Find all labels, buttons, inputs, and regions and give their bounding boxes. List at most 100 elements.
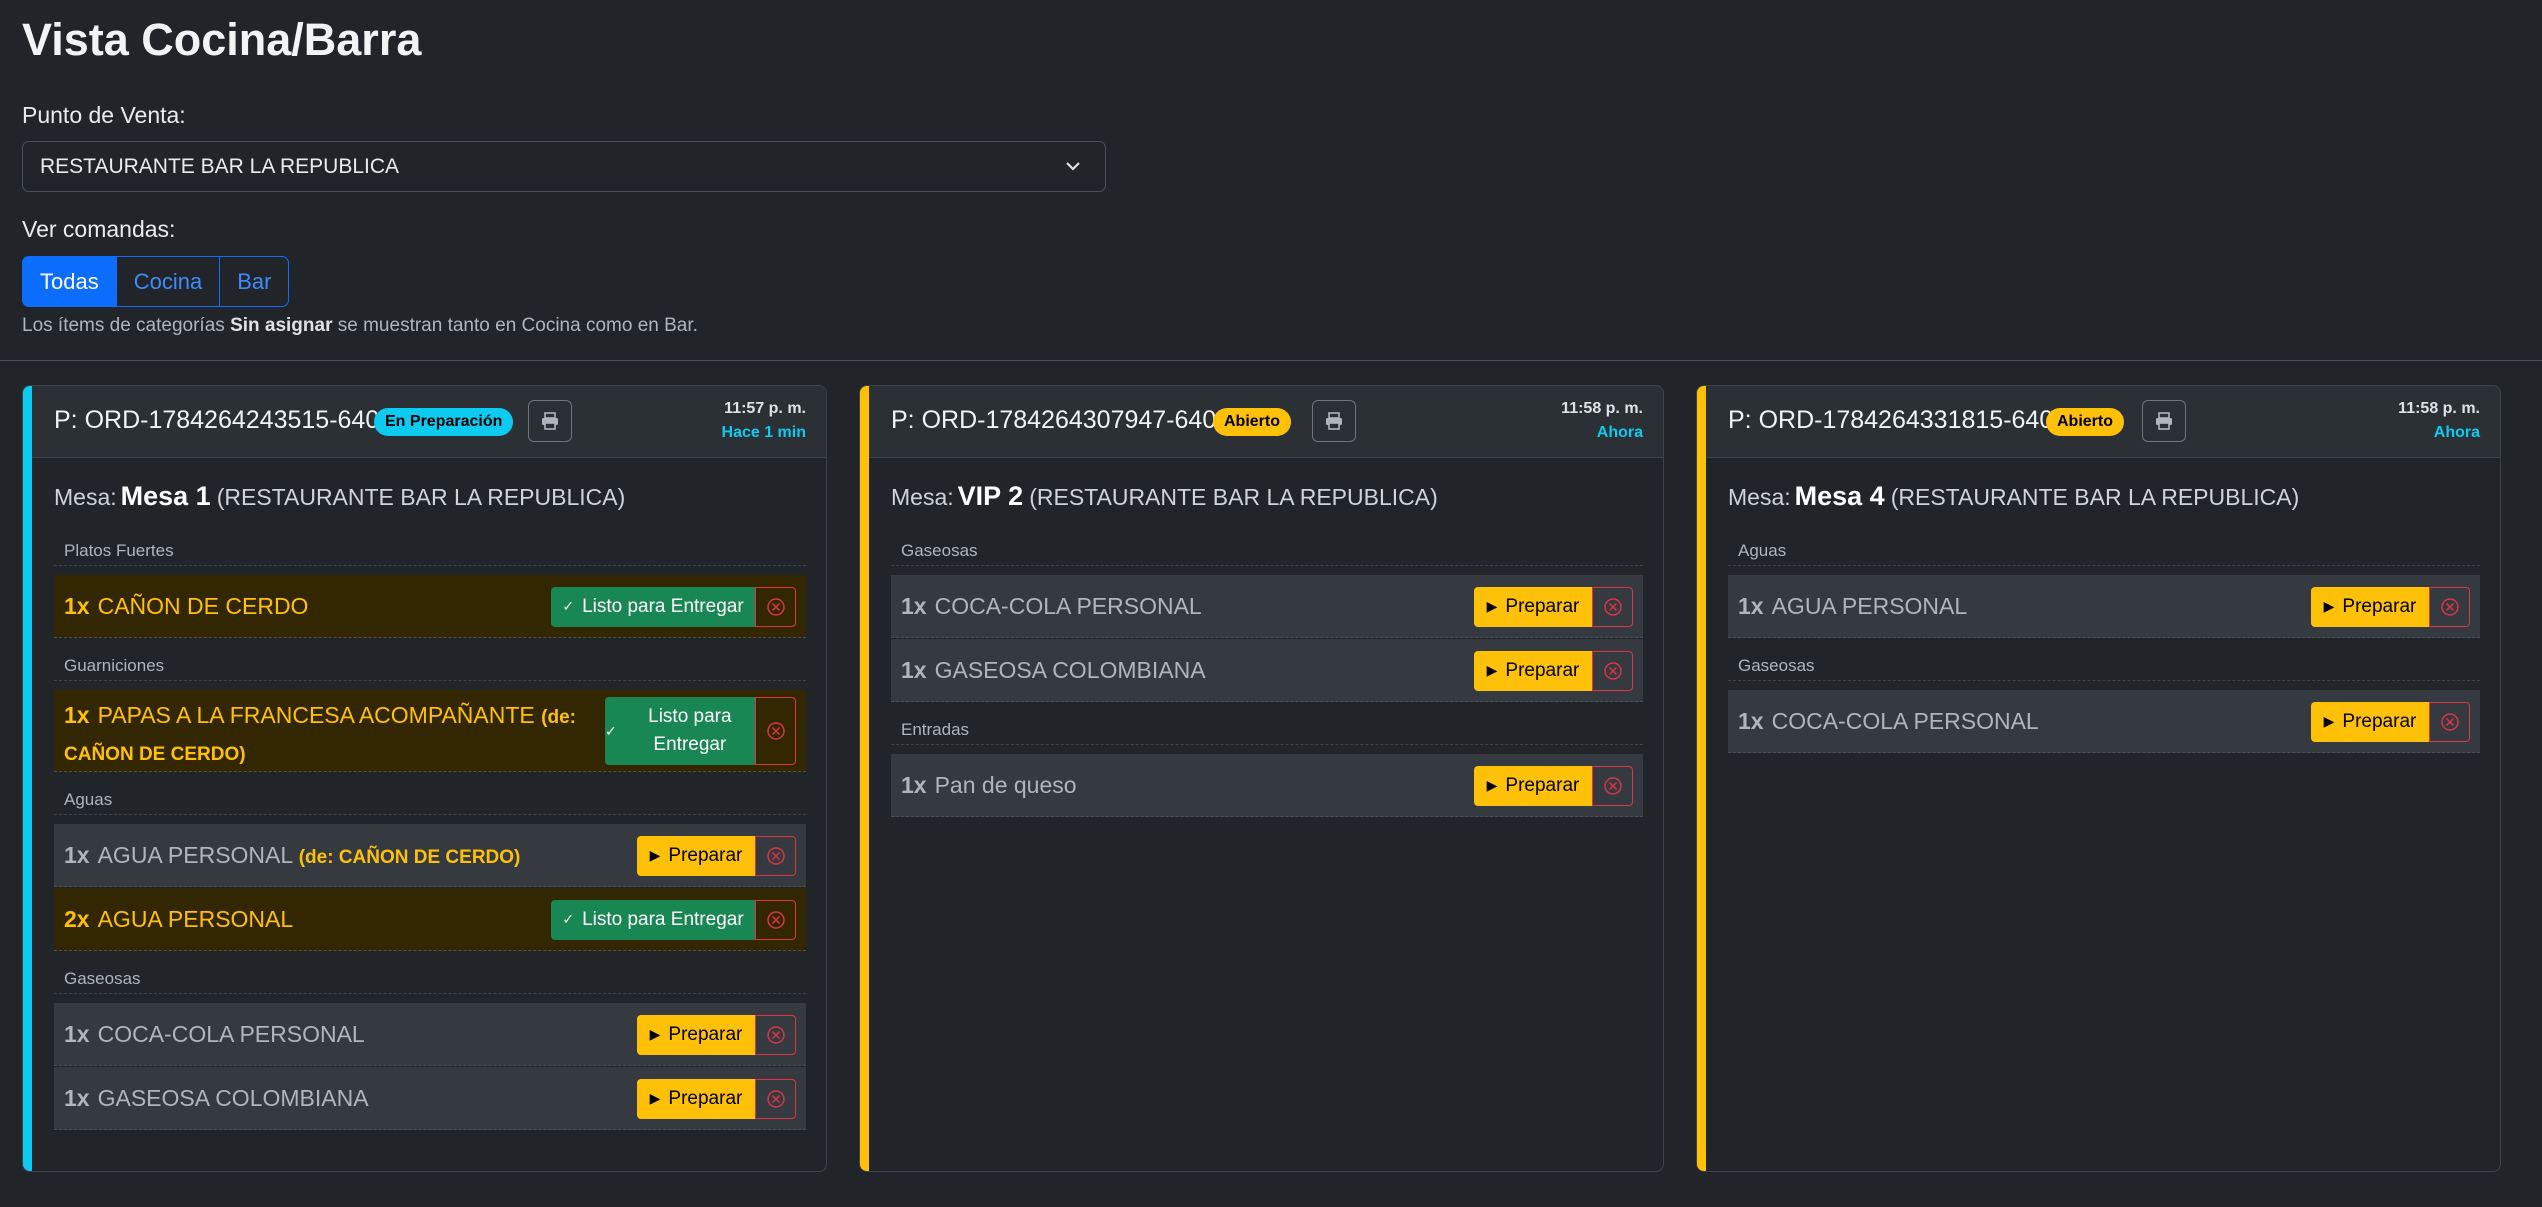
item-text: 1x GASEOSA COLOMBIANA — [901, 657, 1206, 684]
print-button[interactable] — [2142, 400, 2186, 442]
venue-name: (RESTAURANTE BAR LA REPUBLICA) — [1029, 484, 1438, 510]
table-name: Mesa 1 — [120, 481, 211, 511]
cancel-item-button[interactable] — [2429, 586, 2470, 627]
play-icon: ▶ — [649, 847, 661, 863]
order-card-header: P: ORD-1784264331815-6405 Abierto 11:58 p.… — [1706, 386, 2500, 458]
item-text: 1x PAPAS A LA FRANCESA ACOMPAÑANTE (de: C… — [64, 698, 584, 772]
item-name: AGUA PERSONAL — [1771, 593, 1968, 619]
table-info: Mesa: Mesa 1 (RESTAURANTE BAR LA REPUBLICA… — [54, 481, 625, 512]
cancel-item-button[interactable] — [755, 697, 796, 765]
cancel-item-button[interactable] — [1592, 765, 1633, 806]
cancel-item-button[interactable] — [1592, 586, 1633, 627]
x-circle-icon — [2440, 712, 2459, 731]
x-circle-icon — [1603, 597, 1622, 616]
prepare-button[interactable]: ▶ Preparar — [637, 1078, 755, 1119]
check-icon: ✓ — [562, 598, 575, 614]
order-card: P: ORD-1784264243515-6405 En Preparación 1… — [22, 385, 827, 1172]
cancel-item-button[interactable] — [755, 586, 796, 627]
cancel-item-button[interactable] — [755, 1014, 796, 1055]
order-item-row: 2x AGUA PERSONAL ✓ Listo para Entregar — [54, 888, 806, 951]
x-circle-icon — [1603, 661, 1622, 680]
action-label: Preparar — [2342, 710, 2417, 732]
prepare-button[interactable]: ▶ Preparar — [1474, 586, 1592, 627]
item-parent-note: (de: CAÑON DE CERDO) — [298, 847, 521, 868]
filter-todas-button[interactable]: Todas — [22, 256, 117, 307]
x-circle-icon — [766, 1025, 785, 1044]
order-id: P: ORD-1784264331815-6405 — [1728, 406, 2068, 434]
item-name: CAÑON DE CERDO — [97, 593, 309, 619]
pos-label: Punto de Venta: — [22, 102, 186, 128]
print-button[interactable] — [528, 400, 572, 442]
order-item-row: 1x PAPAS A LA FRANCESA ACOMPAÑANTE (de: C… — [54, 690, 806, 772]
hint-bold: Sin asignar — [230, 315, 333, 336]
print-button[interactable] — [1312, 400, 1356, 442]
ready-to-deliver-button[interactable]: ✓ Listo para Entregar — [605, 697, 755, 765]
item-text: 1x COCA-COLA PERSONAL — [901, 593, 1202, 620]
pos-select[interactable]: RESTAURANTE BAR LA REPUBLICA — [22, 141, 1106, 192]
filter-bar-button[interactable]: Bar — [220, 256, 290, 307]
ready-to-deliver-button[interactable]: ✓ Listo para Entregar — [551, 899, 755, 940]
item-name: AGUA PERSONAL — [97, 842, 293, 868]
order-card: P: ORD-1784264307947-6405 Abierto 11:58 p.… — [859, 385, 1664, 1172]
x-circle-icon — [2440, 597, 2459, 616]
item-text: 1x AGUA PERSONAL (de: CAÑON DE CERDO) — [64, 842, 520, 869]
item-name: PAPAS A LA FRANCESA ACOMPAÑANTE — [97, 702, 535, 728]
item-name: COCA-COLA PERSONAL — [1771, 708, 2039, 734]
status-badge: Abierto — [2046, 408, 2124, 436]
prepare-button[interactable]: ▶ Preparar — [637, 1014, 755, 1055]
item-qty: 1x — [1738, 708, 1764, 734]
prepare-button[interactable]: ▶ Preparar — [637, 835, 755, 876]
check-icon: ✓ — [605, 723, 617, 739]
venue-name: (RESTAURANTE BAR LA REPUBLICA) — [1890, 484, 2300, 510]
order-id: P: ORD-1784264307947-6405 — [891, 406, 1231, 434]
hint-suffix: se muestran tanto en Cocina como en Bar. — [332, 315, 698, 336]
order-item-row: 1x AGUA PERSONAL ▶ Preparar — [1728, 575, 2480, 638]
category-label: Aguas — [54, 785, 806, 815]
category-label: Gaseosas — [54, 964, 806, 994]
cancel-item-button[interactable] — [2429, 701, 2470, 742]
cancel-item-button[interactable] — [755, 899, 796, 940]
prepare-button[interactable]: ▶ Preparar — [2311, 586, 2429, 627]
table-label: Mesa: — [1728, 484, 1791, 510]
pos-select-value: RESTAURANTE BAR LA REPUBLICA — [40, 154, 400, 178]
play-icon: ▶ — [1486, 662, 1498, 678]
item-text: 1x Pan de queso — [901, 772, 1077, 799]
item-name: GASEOSA COLOMBIANA — [97, 1085, 369, 1111]
x-circle-icon — [766, 722, 785, 740]
order-item-row: 1x CAÑON DE CERDO ✓ Listo para Entregar — [54, 575, 806, 638]
filter-cocina-button[interactable]: Cocina — [116, 256, 221, 307]
ready-to-deliver-button[interactable]: ✓ Listo para Entregar — [551, 586, 755, 627]
order-card-header: P: ORD-1784264243515-6405 En Preparación 1… — [32, 386, 826, 458]
order-item-row: 1x COCA-COLA PERSONAL ▶ Preparar — [891, 575, 1643, 638]
cancel-item-button[interactable] — [755, 1078, 796, 1119]
order-card: P: ORD-1784264331815-6405 Abierto 11:58 p.… — [1696, 385, 2501, 1172]
status-accent-bar — [1697, 386, 1706, 1171]
prepare-button[interactable]: ▶ Preparar — [1474, 765, 1592, 806]
prepare-button[interactable]: ▶ Preparar — [2311, 701, 2429, 742]
order-id: P: ORD-1784264243515-6405 — [54, 406, 394, 434]
order-item-row: 1x COCA-COLA PERSONAL ▶ Preparar — [1728, 690, 2480, 753]
cancel-item-button[interactable] — [755, 835, 796, 876]
action-label: Preparar — [668, 1087, 743, 1109]
action-label: Listo para Entregar — [582, 595, 744, 617]
x-circle-icon — [1603, 776, 1622, 795]
item-qty: 1x — [1738, 593, 1764, 619]
order-time: 11:58 p. m. — [1561, 400, 1643, 417]
printer-icon — [542, 412, 558, 430]
item-text: 1x COCA-COLA PERSONAL — [64, 1021, 365, 1048]
category-label: Platos Fuertes — [54, 536, 806, 566]
order-elapsed: Hace 1 min — [721, 424, 806, 441]
page-title: Vista Cocina/Barra — [22, 14, 422, 65]
order-elapsed: Ahora — [2433, 424, 2480, 441]
status-badge: Abierto — [1213, 408, 1291, 436]
item-qty: 2x — [64, 906, 90, 932]
action-label: Listo para Entregar — [648, 706, 732, 755]
prepare-button[interactable]: ▶ Preparar — [1474, 650, 1592, 691]
x-circle-icon — [766, 1089, 785, 1108]
table-label: Mesa: — [891, 484, 954, 510]
item-name: AGUA PERSONAL — [97, 906, 294, 932]
status-accent-bar — [23, 386, 32, 1171]
x-circle-icon — [766, 910, 785, 929]
cancel-item-button[interactable] — [1592, 650, 1633, 691]
action-label: Preparar — [2342, 595, 2417, 617]
